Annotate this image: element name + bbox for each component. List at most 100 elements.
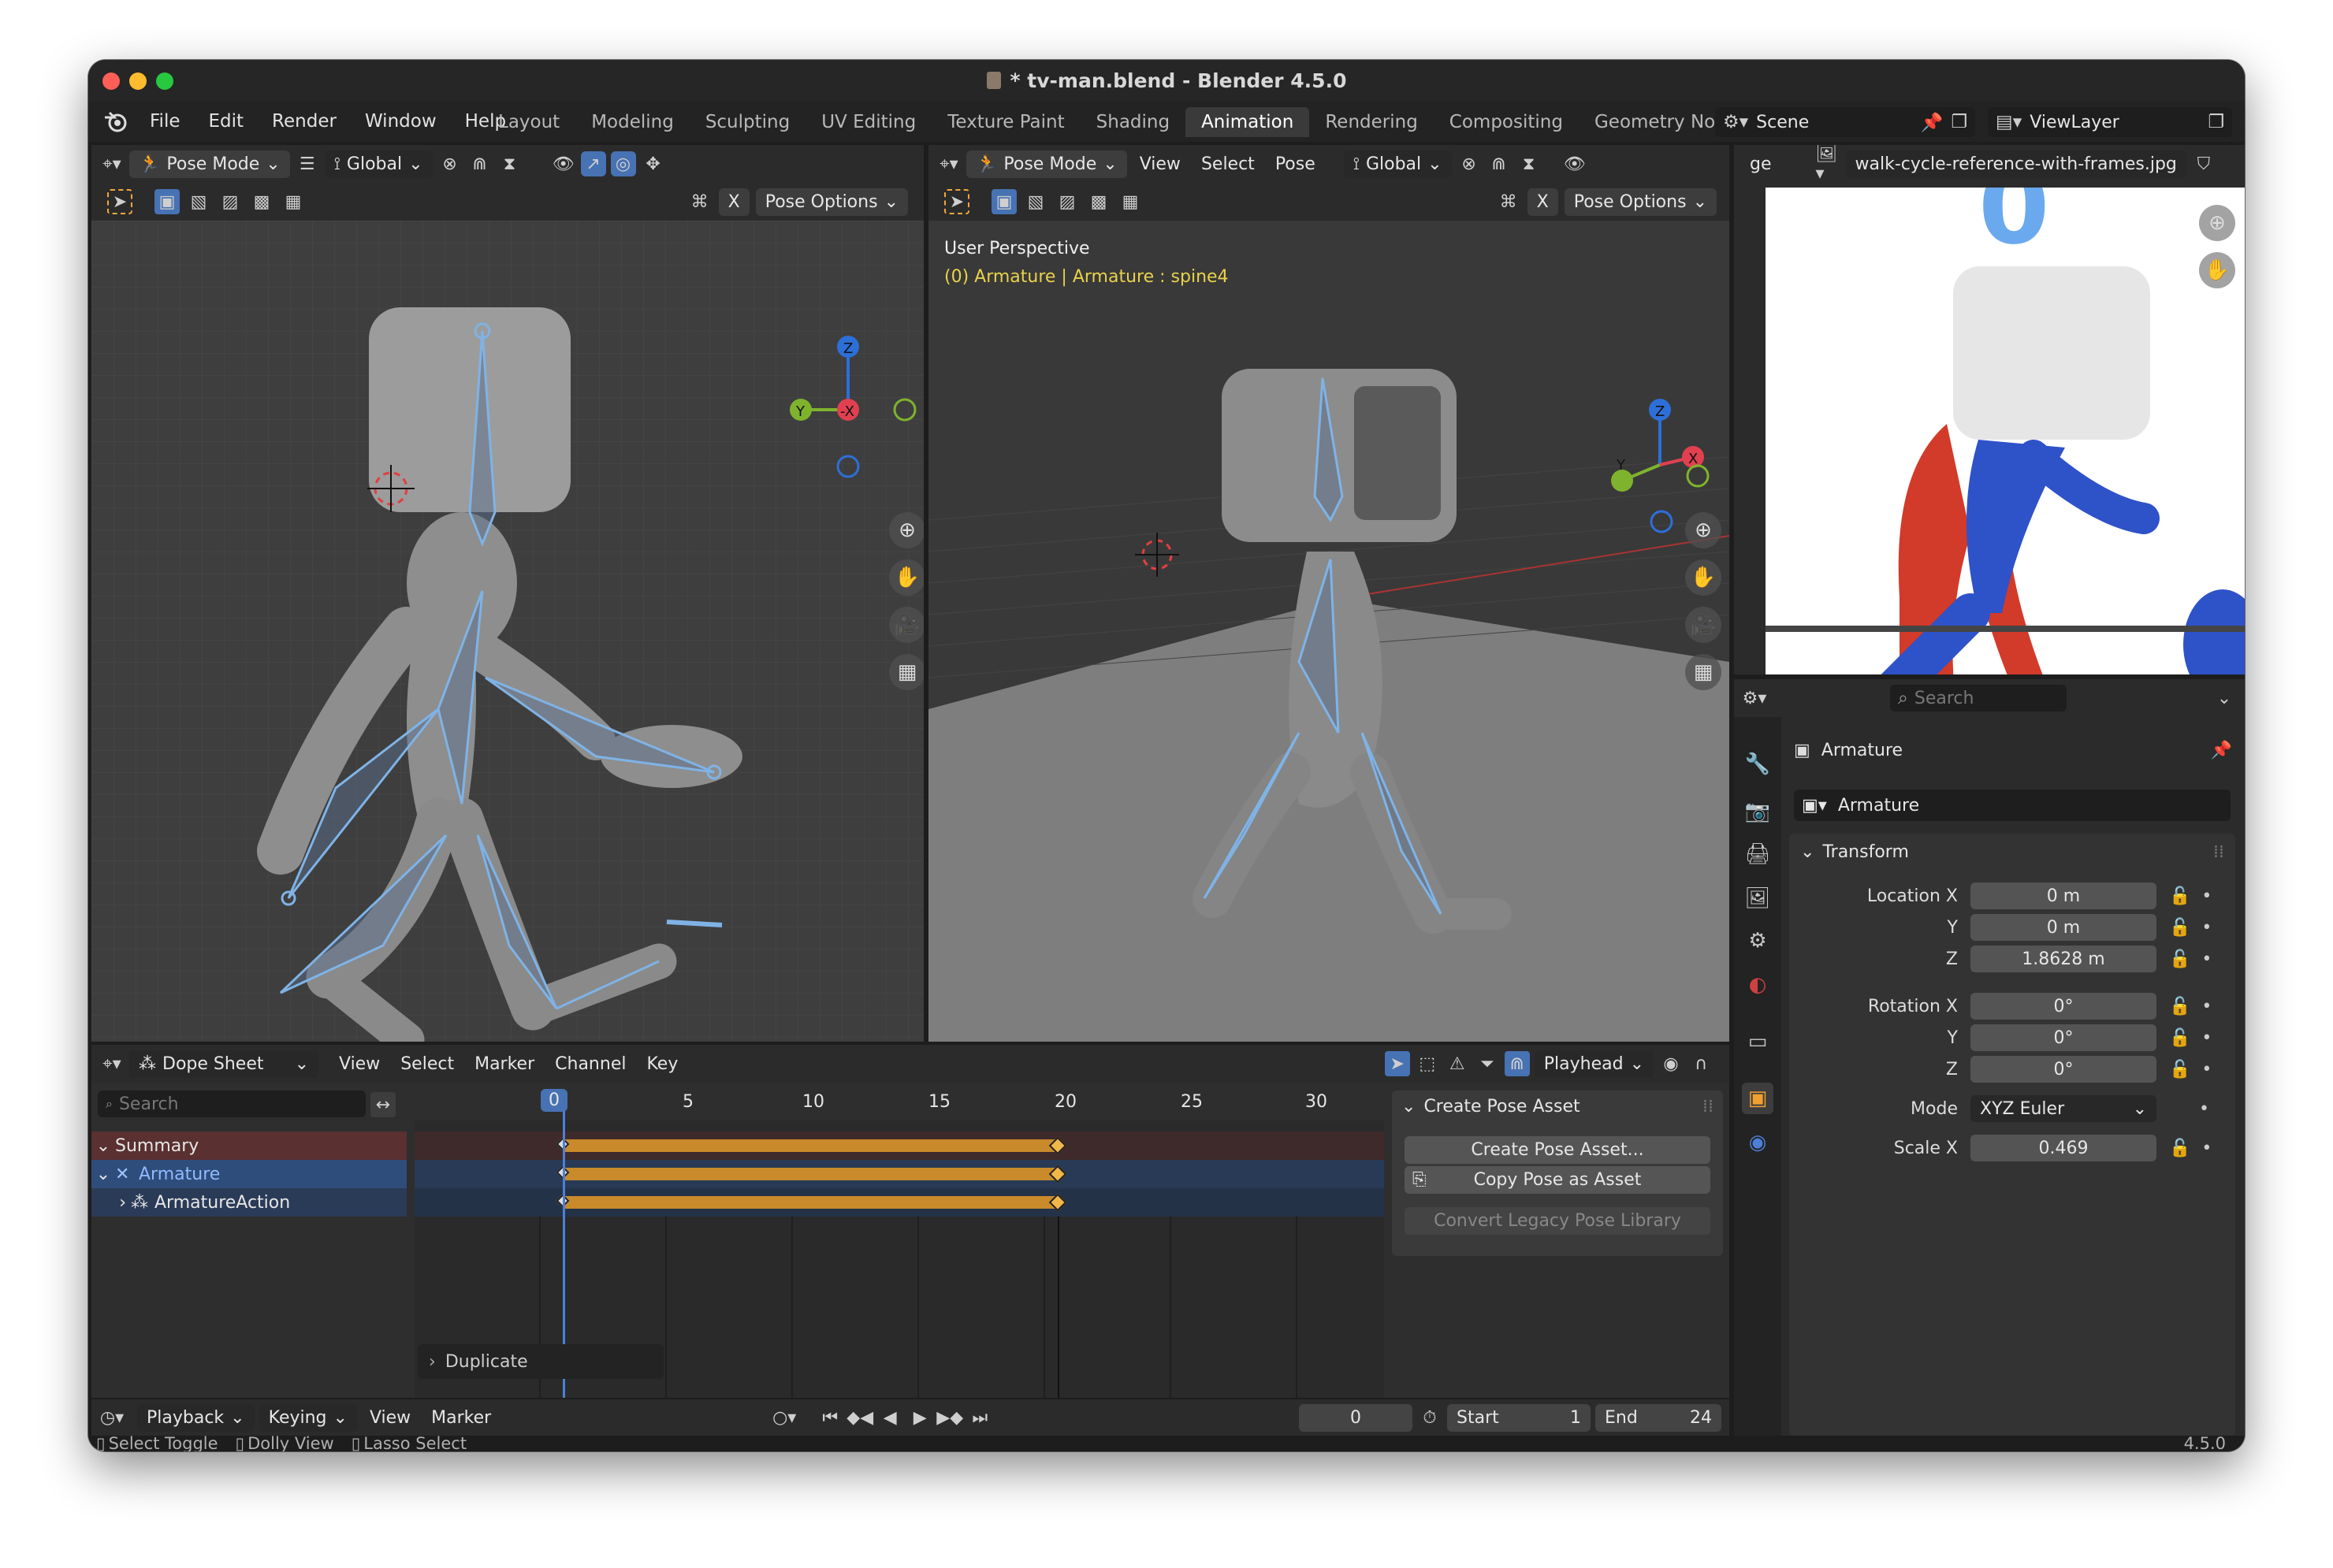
lock-icon[interactable]: 🔓 — [2169, 918, 2190, 938]
snap-to-selector[interactable]: Playhead ⌄ — [1534, 1050, 1654, 1078]
pan-hand-icon[interactable]: ✋ — [1685, 559, 1721, 596]
tab-uv-editing[interactable]: UV Editing — [806, 107, 932, 137]
menu-select[interactable]: Select — [393, 1050, 462, 1078]
keyframe-region[interactable]: 0 5 10 15 20 25 30 › Duplicate — [415, 1083, 1384, 1398]
menu-view[interactable]: View — [362, 1404, 419, 1432]
menu-channel[interactable]: Channel — [547, 1050, 634, 1078]
image-canvas[interactable]: 0 — [1766, 188, 2245, 674]
frame-ruler[interactable]: 0 5 10 15 20 25 30 — [415, 1083, 1384, 1120]
ortho-grid-icon[interactable]: ▦ — [889, 654, 924, 690]
copy-pose-as-asset-button[interactable]: ⎘ Copy Pose as Asset — [1405, 1166, 1710, 1194]
current-frame-field[interactable]: 0 — [1299, 1403, 1412, 1432]
tab-texture-paint[interactable]: Texture Paint — [932, 107, 1080, 137]
keyframe-dot-icon[interactable]: • — [2201, 918, 2212, 938]
only-errors-icon[interactable]: ⚠ — [1445, 1051, 1470, 1076]
rotation-z-field[interactable]: 0° — [1970, 1056, 2156, 1083]
stopwatch-icon[interactable]: ⏱ — [1417, 1405, 1442, 1430]
mirror-icon[interactable]: ⌘ — [687, 189, 713, 214]
keyframe-dot-icon[interactable]: • — [2201, 949, 2212, 969]
pivot-icon[interactable]: ⊗ — [1457, 151, 1482, 176]
viewport-left-canvas[interactable]: Z Y -X ⊕ ✋ 🎥 ▦ — [91, 221, 924, 1042]
dope-sheet-mode-selector[interactable]: ⁂ Dope Sheet ⌄ — [129, 1050, 318, 1078]
editor-type-clock-icon[interactable]: ◷▾ — [99, 1405, 125, 1430]
x-axis-toggle[interactable]: X — [1527, 188, 1558, 216]
hamburger-menu-icon[interactable]: ☰ — [295, 151, 320, 176]
render-tab-icon[interactable]: 📷 — [1742, 796, 1773, 827]
next-keyframe-icon[interactable]: ▶◆ — [936, 1405, 963, 1430]
pan-hand-icon[interactable]: ✋ — [889, 559, 924, 596]
zoom-icon[interactable]: ⊕ — [1685, 512, 1721, 548]
rotation-mode-dropdown[interactable]: XYZ Euler ⌄ — [1970, 1095, 2156, 1122]
select-extend-icon[interactable]: ▧ — [1023, 189, 1048, 214]
lock-icon[interactable]: 🔓 — [2169, 1060, 2190, 1079]
select-tool-icon[interactable]: ➤ — [944, 189, 969, 214]
transform-orientation-selector[interactable]: ⟟ Global ⌄ — [324, 150, 433, 178]
scene-selector[interactable]: ⚙▾ Scene 📌 ❐ — [1715, 107, 1975, 137]
view-layer-tab-icon[interactable]: 🖼 — [1742, 882, 1773, 914]
editor-type-icon[interactable]: ⌖▾ — [99, 1051, 125, 1076]
pose-options-dropdown[interactable]: Pose Options ⌄ — [755, 188, 908, 216]
collection-tab-icon[interactable]: ▭ — [1742, 1026, 1773, 1057]
snap-target-icon[interactable]: ⧗ — [1516, 151, 1542, 176]
image-name-field[interactable]: walk-cycle-reference-with-frames.jpg — [1845, 150, 2186, 178]
chevron-right-icon[interactable]: › — [91, 1193, 131, 1213]
select-intersect-icon[interactable]: ▦ — [1118, 189, 1143, 214]
menu-key[interactable]: Key — [638, 1050, 686, 1078]
mode-selector[interactable]: 🏃 Pose Mode ⌄ — [966, 150, 1127, 178]
scale-x-field[interactable]: 0.469 — [1970, 1135, 2156, 1161]
keyframe-dot-icon[interactable]: • — [2201, 886, 2212, 906]
auto-snap-icon[interactable]: ⋒ — [1504, 1051, 1530, 1076]
location-x-field[interactable]: 0 m — [1970, 882, 2156, 909]
close-window-button[interactable] — [102, 72, 120, 90]
tab-modeling[interactable]: Modeling — [575, 107, 690, 137]
lock-icon[interactable]: 🔓 — [2169, 997, 2190, 1016]
prev-keyframe-icon[interactable]: ◆◀ — [847, 1405, 873, 1430]
lock-icon[interactable]: 🔓 — [2169, 1028, 2190, 1048]
zoom-window-button[interactable] — [156, 72, 173, 90]
tool-tab-icon[interactable]: 🔧 — [1742, 749, 1773, 780]
properties-search[interactable]: ⌕ Search — [1890, 685, 2067, 712]
select-invert-icon[interactable]: ▩ — [249, 189, 274, 214]
zoom-icon[interactable]: ⊕ — [889, 512, 924, 548]
gizmo-toggle-icon[interactable]: ↗ — [580, 151, 606, 176]
pin-icon[interactable]: 📌 — [2211, 741, 2232, 760]
select-subtract-icon[interactable]: ▨ — [218, 189, 243, 214]
viewport-right-canvas[interactable]: Z Y X User Perspective (0) Armature | Ar… — [928, 221, 1729, 1042]
overlay-toggle-icon[interactable]: ◎ — [610, 151, 636, 176]
drag-handle-icon[interactable]: ⁞⁞ — [2213, 842, 2224, 862]
filter-icon[interactable]: ⏷ — [1475, 1051, 1500, 1076]
editor-type-icon[interactable]: ⌖▾ — [936, 151, 962, 176]
object-browse-icon[interactable]: ▣▾ — [1802, 796, 1827, 816]
new-view-layer-icon[interactable]: ❐ — [2208, 112, 2232, 132]
editor-type-icon[interactable]: ⚙▾ — [1742, 686, 1767, 711]
menu-edit[interactable]: Edit — [195, 111, 259, 132]
xray-icon[interactable]: ✥ — [641, 151, 666, 176]
keyframe-dot-icon[interactable]: • — [2201, 1028, 2212, 1048]
chevron-down-icon[interactable]: ⌄ — [91, 1165, 115, 1184]
transform-orientation-selector[interactable]: ⟟ Global ⌄ — [1343, 150, 1452, 178]
channel-armature[interactable]: ⌄ ✕ Armature — [91, 1160, 407, 1188]
select-box-mode-icon[interactable]: ▣ — [992, 189, 1017, 214]
jump-end-icon[interactable]: ⏭ — [967, 1405, 992, 1430]
current-frame-indicator[interactable]: 0 — [541, 1089, 567, 1112]
play-reverse-icon[interactable]: ◀ — [877, 1405, 902, 1430]
menu-select[interactable]: Select — [1193, 150, 1263, 178]
menu-render[interactable]: Render — [258, 111, 351, 132]
minimize-window-button[interactable] — [129, 72, 147, 90]
select-extend-icon[interactable]: ▧ — [186, 189, 211, 214]
tab-layout[interactable]: Layout — [482, 107, 575, 137]
image-browse-icon[interactable]: 🖼▾ — [1816, 145, 1841, 184]
drag-handle-icon[interactable]: ⁞⁞ — [1702, 1097, 1713, 1117]
select-box-mode-icon[interactable]: ▣ — [154, 189, 180, 214]
visibility-icon[interactable]: 👁 — [1562, 151, 1587, 176]
menu-keying[interactable]: Keying ⌄ — [259, 1403, 357, 1432]
snap-target-icon[interactable]: ⧗ — [497, 151, 523, 176]
modifier-tab-icon[interactable]: ◉ — [1742, 1127, 1773, 1158]
lock-icon[interactable]: 🔓 — [2169, 949, 2190, 969]
mirror-icon[interactable]: ⌘ — [1496, 189, 1521, 214]
rotation-y-field[interactable]: 0° — [1970, 1024, 2156, 1051]
world-tab-icon[interactable]: ◐ — [1742, 969, 1773, 1001]
pin-icon[interactable]: 📌 — [1921, 112, 1944, 133]
jump-start-icon[interactable]: ⏮ — [817, 1405, 843, 1430]
menu-playback[interactable]: Playback ⌄ — [137, 1403, 255, 1432]
